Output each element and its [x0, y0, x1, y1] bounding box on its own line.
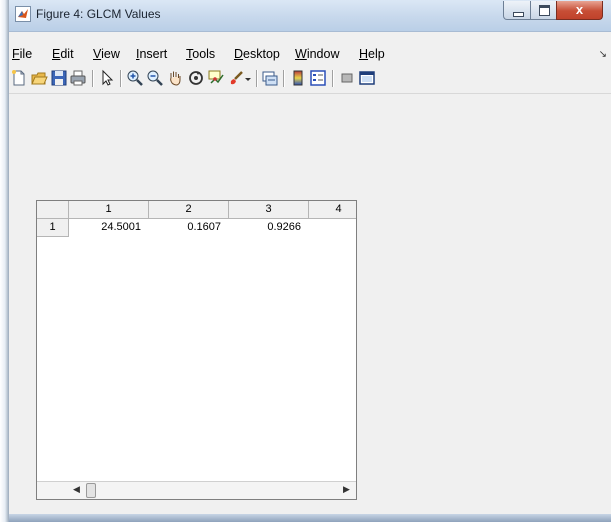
table-column-header-row: 1 2 3 4 [37, 201, 356, 219]
menu-tools-label: ools [192, 47, 216, 61]
toolbar-separator [92, 70, 94, 87]
table-cell[interactable]: 24.5001 [69, 219, 149, 237]
toolbar-separator [283, 70, 285, 87]
table-cell[interactable]: 0 [309, 219, 356, 237]
print-icon[interactable] [69, 69, 87, 87]
menu-dock-arrow-icon[interactable]: ↘ [599, 49, 607, 60]
table-cell[interactable]: 0.9266 [229, 219, 309, 237]
menu-window[interactable]: Window [295, 47, 339, 61]
menu-file[interactable]: File [12, 47, 32, 61]
menu-file-label: ile [19, 47, 33, 61]
edit-plot-arrow-icon[interactable] [98, 69, 116, 87]
toolbar-separator [256, 70, 258, 87]
figure-toolbar [9, 66, 611, 90]
menu-help-label: elp [368, 47, 385, 61]
hide-plot-tools-icon[interactable] [338, 69, 356, 87]
save-icon[interactable] [50, 69, 68, 87]
table-cell[interactable]: 0.1607 [149, 219, 229, 237]
zoom-out-icon[interactable] [146, 69, 164, 87]
menu-desktop-mnemonic: D [234, 47, 244, 61]
window-left-edge [0, 0, 9, 522]
toolbar-divider [9, 93, 611, 94]
menu-window-label: indow [306, 47, 340, 61]
menu-view-label: iew [101, 47, 120, 61]
maximize-button[interactable] [530, 1, 557, 20]
menu-file-mnemonic: F [12, 47, 20, 61]
menu-desktop[interactable]: Desktop [234, 47, 280, 61]
menu-insert[interactable]: Insert [136, 47, 167, 61]
data-cursor-icon[interactable] [207, 69, 225, 87]
zoom-in-icon[interactable] [126, 69, 144, 87]
horizontal-scrollbar[interactable]: ◀ ▶ [37, 481, 356, 499]
menu-view-mnemonic: V [93, 47, 102, 61]
toolbar-separator [120, 70, 122, 87]
close-icon: x [575, 2, 584, 17]
menu-insert-label: nsert [139, 47, 168, 61]
menu-help-mnemonic: H [359, 47, 369, 61]
menu-edit[interactable]: Edit [52, 47, 74, 61]
table-corner-cell [37, 201, 69, 218]
title-bar[interactable]: Figure 4: GLCM Values x [9, 0, 611, 32]
row-header[interactable]: 1 [37, 219, 69, 237]
scroll-left-icon[interactable]: ◀ [73, 484, 80, 495]
window-title: Figure 4: GLCM Values [36, 7, 161, 21]
menu-help[interactable]: Help [359, 47, 385, 61]
scroll-right-icon[interactable]: ▶ [343, 484, 350, 495]
maximize-icon [539, 5, 550, 16]
show-plot-tools-icon[interactable] [358, 69, 376, 87]
insert-legend-icon[interactable] [309, 69, 327, 87]
menu-tools[interactable]: Tools [186, 47, 215, 61]
toolbar-separator [332, 70, 334, 87]
pan-hand-icon[interactable] [166, 69, 184, 87]
column-header[interactable]: 1 [69, 201, 149, 218]
new-figure-icon[interactable] [10, 69, 28, 87]
menu-view[interactable]: View [93, 47, 120, 61]
minimize-button[interactable] [503, 1, 531, 20]
table-row: 1 24.5001 0.1607 0.9266 0 [37, 219, 356, 237]
brush-dropdown-icon[interactable] [244, 69, 253, 87]
link-plot-icon[interactable] [261, 69, 279, 87]
menu-desktop-label: esktop [243, 47, 280, 61]
insert-colorbar-icon[interactable] [289, 69, 307, 87]
scrollbar-thumb[interactable] [86, 483, 96, 498]
menu-edit-label: dit [60, 47, 74, 61]
brush-icon[interactable] [227, 69, 245, 87]
minimize-icon [513, 12, 524, 17]
column-header[interactable]: 3 [229, 201, 309, 218]
open-file-icon[interactable] [30, 69, 48, 87]
rotate-3d-icon[interactable] [187, 69, 205, 87]
menu-window-mnemonic: W [295, 47, 307, 61]
matlab-logo-icon [15, 6, 31, 22]
close-button[interactable]: x [556, 1, 603, 20]
menu-bar: File Edit View Insert Tools Desktop Wind… [9, 44, 611, 64]
column-header[interactable]: 4 [309, 201, 356, 218]
column-header[interactable]: 2 [149, 201, 229, 218]
glcm-values-table[interactable]: 1 2 3 4 1 24.5001 0.1607 0.9266 0 ◀ ▶ [36, 200, 357, 500]
window-bottom-edge [9, 514, 611, 522]
figure-window: Figure 4: GLCM Values x File Edit View I… [9, 0, 611, 522]
